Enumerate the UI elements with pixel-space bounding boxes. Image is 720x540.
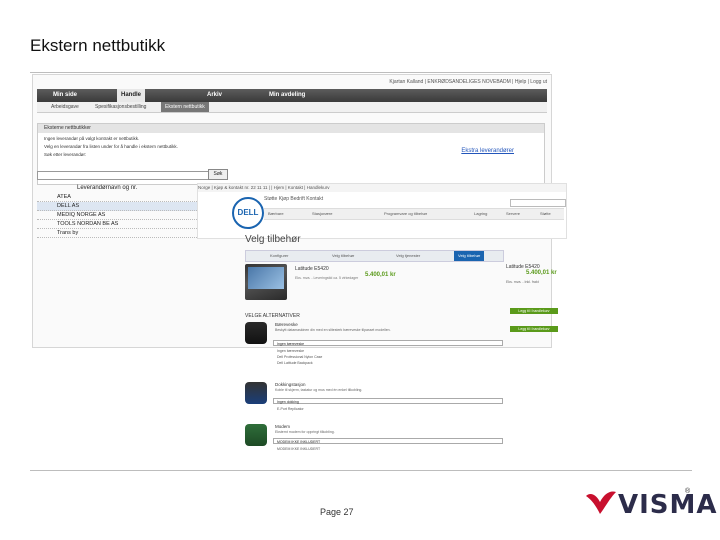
option-radio[interactable]: Ingen bæreveske — [277, 349, 304, 353]
product-fineprint: Eks. mva. - Leveringstid ca. 5 virkedage… — [295, 276, 359, 280]
dell-logo[interactable]: DELL — [232, 197, 264, 229]
add-to-cart-button[interactable]: Legg til i handlekurv — [510, 326, 558, 332]
bag-image — [245, 322, 267, 344]
option-name: Modem — [275, 424, 291, 429]
dock-image — [245, 382, 267, 404]
extra-suppliers-link[interactable]: Ekstra leverandører — [461, 148, 514, 154]
list-item[interactable]: Trans by — [37, 229, 199, 238]
step[interactable]: Velg tilbehør — [332, 251, 354, 261]
option-select[interactable]: Ingen dokking — [273, 398, 503, 404]
option-radio[interactable]: E-Port Replicator — [277, 407, 304, 411]
panel-line: Søk etter leverandør: — [44, 152, 87, 157]
dell-search-input[interactable] — [510, 199, 566, 207]
menu-item[interactable]: Stasjonære — [312, 209, 332, 219]
side-fineprint: Eks. mva. - Inkl. frakt — [506, 280, 539, 284]
option-select[interactable]: Ingen bæreveske — [273, 340, 503, 346]
panel-line: Ingen leverandør på valgt kontrakt er ne… — [44, 136, 140, 141]
tab-min-avdeling[interactable]: Min avdeling — [265, 89, 309, 102]
list-item[interactable]: DELL AS — [37, 202, 199, 211]
subtab-ekstern-nettbutikk[interactable]: Ekstern nettbutikk — [161, 102, 209, 112]
main-nav: Min side Handle Arkiv Min avdeling — [37, 89, 547, 102]
option-desc: Eksternt modem for oppringt tilkobling. — [275, 430, 335, 434]
supplier-search-input[interactable] — [37, 171, 219, 180]
dell-nav[interactable]: Støtte Kjøp Bedrift Kontakt — [264, 196, 323, 202]
cart-sidebox: Latitude E5420 5.400,01 kr Eks. mva. - I… — [506, 264, 562, 344]
modem-image — [245, 424, 267, 446]
list-item[interactable]: MEDIQ NORGE AS — [37, 211, 199, 220]
search-button[interactable]: Søk — [208, 169, 228, 180]
tab-handle[interactable]: Handle — [117, 89, 146, 102]
side-price: 5.400,01 kr — [526, 270, 557, 276]
panel-line: Velg en leverandør fra listen under for … — [44, 144, 178, 149]
step[interactable]: Velg tjenester — [396, 251, 420, 261]
option-desc: Koble til skjerm, tastatur og mus med én… — [275, 388, 363, 392]
step[interactable]: Konfigurer — [270, 251, 288, 261]
visma-logo: VISMA ® — [584, 488, 717, 520]
sub-nav: Arbeidsgave Spesifikasjonsbestilling Eks… — [37, 102, 547, 113]
add-to-cart-button[interactable]: Legg til i handlekurv — [510, 308, 558, 314]
option-desc: Beskytt datamaskinen din med en sliteste… — [275, 328, 391, 332]
menu-item[interactable]: Støtte — [540, 209, 551, 219]
product-summary: Latitude E5420 5.400,01 kr Eks. mva. - L… — [245, 264, 425, 308]
tab-arkiv[interactable]: Arkiv — [203, 89, 226, 102]
option-radio[interactable]: Dell Professional Nylon Case — [277, 355, 322, 359]
step-active[interactable]: Velg tilbehør — [454, 251, 485, 261]
menu-item[interactable]: Bærbare — [268, 209, 284, 219]
slide-title: Ekstern nettbutikk — [30, 36, 166, 55]
subtab-arbeidsgave[interactable]: Arbeidsgave — [51, 102, 79, 112]
user-topline[interactable]: Kjartan Kalland | ENKRØDSANDELIGES NOVEB… — [37, 77, 547, 87]
supplier-list: ATEA DELL AS MEDIQ NORGE AS TOOLS NORDAN… — [37, 193, 199, 238]
tab-min-side[interactable]: Min side — [49, 89, 81, 102]
page-heading: Velg tilbehør — [245, 234, 301, 245]
visma-wordmark: VISMA — [618, 490, 718, 520]
menu-item[interactable]: Servere — [506, 209, 520, 219]
menu-item[interactable]: Programvare og tilbehør — [384, 209, 427, 219]
option-name: Dokkingstasjon — [275, 382, 306, 387]
list-item[interactable]: ATEA — [37, 193, 199, 202]
panel-title: Eksterne nettbutikker — [38, 124, 544, 133]
visma-swoosh-icon — [586, 491, 616, 514]
checkout-steps: Konfigurer Velg tilbehør Velg tjenester … — [245, 250, 504, 262]
option-radio[interactable]: MODEM IKKE INKLUDERT — [277, 447, 320, 451]
subtab-spesifikasjon[interactable]: Spesifikasjonsbestilling — [95, 102, 146, 112]
footer-divider — [30, 470, 692, 471]
page-number: Page 27 — [320, 507, 354, 517]
options-title: VELGE ALTERNATIVER — [245, 313, 300, 319]
laptop-image — [245, 264, 287, 300]
list-item[interactable]: TOOLS NORDAN BE AS — [37, 220, 199, 229]
option-radio[interactable]: Dell Latitude Backpack — [277, 361, 313, 365]
menu-item[interactable]: Lagring — [474, 209, 487, 219]
option-name: Bæreveske — [275, 322, 298, 327]
title-divider — [30, 72, 550, 73]
dell-topline[interactable]: Norge | Kjøp & kontakt nr. 22 11 11 | | … — [198, 184, 566, 192]
product-price: 5.400,01 kr — [365, 272, 396, 278]
dell-shop-header: Norge | Kjøp & kontakt nr. 22 11 11 | | … — [197, 183, 567, 239]
registered-mark: ® — [685, 488, 691, 495]
dell-menu-bar: Bærbare Stasjonære Programvare og tilbeh… — [264, 208, 564, 220]
supplier-list-heading: Leverandørnavn og nr. — [77, 185, 138, 191]
option-select[interactable]: MODEM IKKE INKLUDERT — [273, 438, 503, 444]
product-name: Latitude E5420 — [295, 266, 329, 272]
